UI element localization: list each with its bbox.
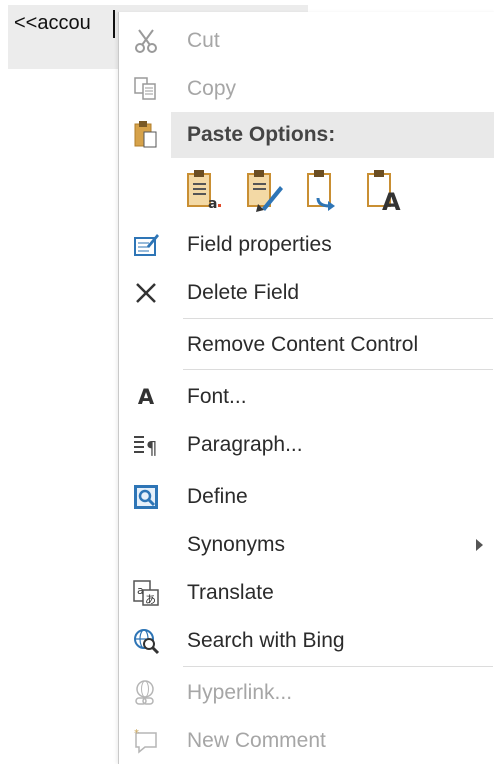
paste-options-header-label: Paste Options: <box>187 123 336 146</box>
menu-separator <box>183 666 493 667</box>
menu-item-font-label: Font... <box>187 385 247 408</box>
menu-item-paragraph[interactable]: ¶ Paragraph... <box>119 422 494 468</box>
paste-keep-source-icon: a <box>187 170 221 212</box>
paste-merge-formatting-button[interactable] <box>241 166 287 214</box>
menu-item-define[interactable]: Define <box>119 474 494 520</box>
paste-text-only-icon: A <box>367 170 401 212</box>
paste-picture-icon <box>307 170 335 211</box>
menu-item-hyperlink[interactable]: Hyperlink... <box>119 670 494 716</box>
menu-item-copy-label: Copy <box>187 77 237 100</box>
paste-keep-source-formatting-button[interactable]: a <box>181 166 227 214</box>
menu-item-remove-content-control-label: Remove Content Control <box>187 333 419 356</box>
paste-picture-button[interactable] <box>301 166 347 214</box>
copy-icon <box>129 72 163 106</box>
svg-text:¶: ¶ <box>146 438 157 459</box>
svg-text:*: * <box>134 728 139 739</box>
paragraph-icon: ¶ <box>129 428 163 462</box>
field-properties-icon <box>129 228 163 262</box>
svg-text:a: a <box>208 196 217 212</box>
paste-clipboard-icon <box>129 118 163 152</box>
menu-item-search-with-bing[interactable]: Search with Bing <box>119 618 494 664</box>
menu-item-new-comment[interactable]: * New Comment <box>119 718 494 764</box>
menu-item-define-label: Define <box>187 485 248 508</box>
menu-item-delete-field-label: Delete Field <box>187 281 300 304</box>
menu-item-search-with-bing-label: Search with Bing <box>187 629 345 652</box>
submenu-arrow-icon <box>476 539 483 551</box>
document-field-text[interactable]: <<accou <box>14 12 91 35</box>
menu-separator <box>183 369 493 370</box>
menu-item-font[interactable]: A Font... <box>119 374 494 420</box>
menu-item-field-properties[interactable]: Field properties <box>119 222 494 268</box>
context-menu: Cut Copy Paste Options: a A Field proper… <box>118 12 494 764</box>
menu-item-copy[interactable]: Copy <box>119 66 494 112</box>
text-caret <box>113 10 115 38</box>
new-comment-icon: * <box>129 724 163 758</box>
menu-item-hyperlink-label: Hyperlink... <box>187 681 293 704</box>
svg-text:A: A <box>382 188 401 212</box>
menu-item-cut[interactable]: Cut <box>119 18 494 64</box>
menu-separator <box>183 318 493 319</box>
menu-item-translate[interactable]: a あ Translate <box>119 570 494 616</box>
paste-options-row: a A <box>181 162 441 218</box>
paste-text-only-button[interactable]: A <box>361 166 407 214</box>
svg-text:あ: あ <box>145 593 156 606</box>
menu-item-synonyms[interactable]: Synonyms <box>119 522 494 568</box>
menu-item-synonyms-label: Synonyms <box>187 533 286 556</box>
hyperlink-icon <box>129 676 163 710</box>
translate-icon: a あ <box>129 576 163 610</box>
menu-item-cut-label: Cut <box>187 29 220 52</box>
define-book-icon <box>129 480 163 514</box>
paste-options-header: Paste Options: <box>171 112 494 158</box>
font-icon: A <box>129 380 163 414</box>
menu-item-new-comment-label: New Comment <box>187 729 326 752</box>
paste-merge-formatting-icon <box>247 170 283 212</box>
menu-item-field-properties-label: Field properties <box>187 233 332 256</box>
menu-item-paragraph-label: Paragraph... <box>187 433 303 456</box>
menu-item-delete-field[interactable]: Delete Field <box>119 270 494 316</box>
menu-item-remove-content-control[interactable]: Remove Content Control <box>119 322 494 368</box>
delete-x-icon <box>129 276 163 310</box>
menu-item-translate-label: Translate <box>187 581 274 604</box>
font-icon-glyph: A <box>137 385 155 409</box>
search-globe-icon <box>129 624 163 658</box>
scissors-icon <box>129 24 163 58</box>
